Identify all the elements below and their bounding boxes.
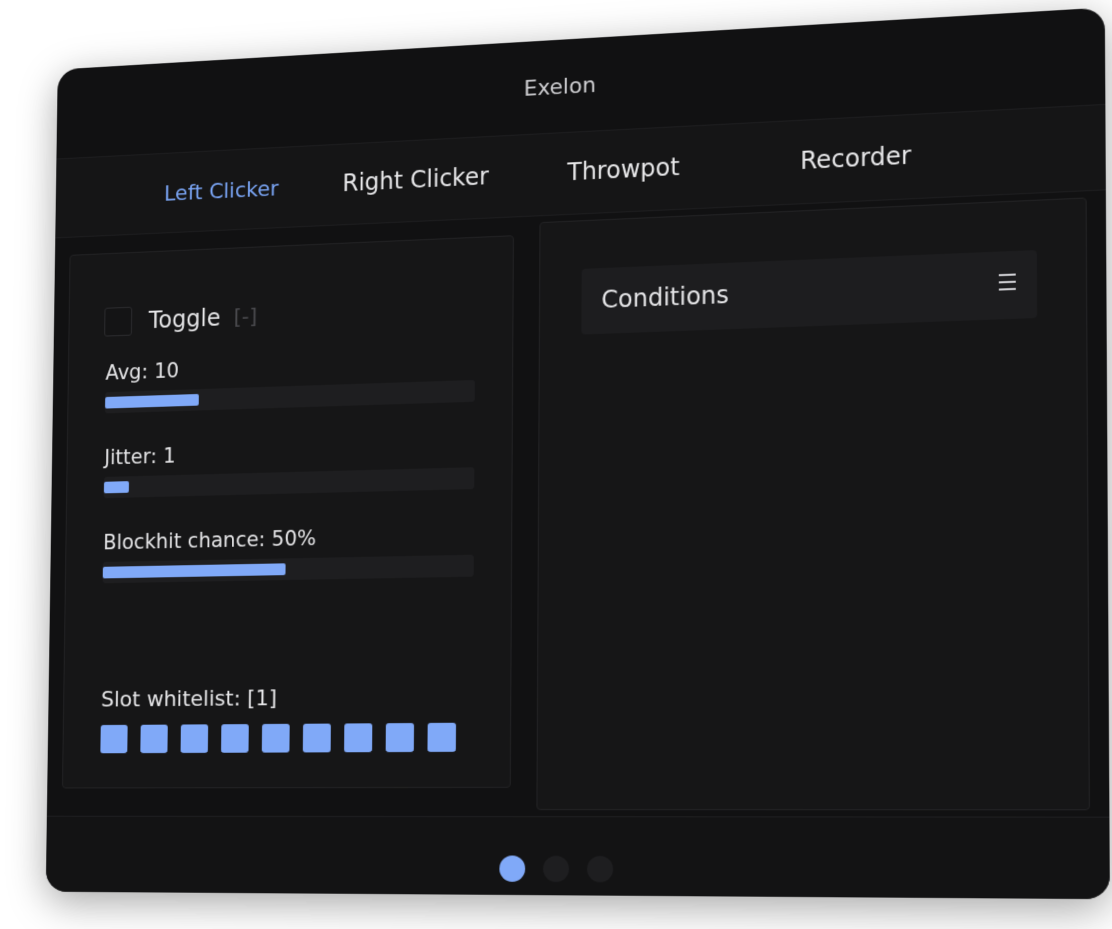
page-dot-3[interactable] <box>586 855 614 883</box>
slot-toggle-8[interactable] <box>385 723 415 753</box>
toggle-label: Toggle <box>148 304 221 334</box>
slot-toggle-7[interactable] <box>344 723 373 753</box>
slot-toggle-3[interactable] <box>180 724 209 753</box>
slot-whitelist <box>100 722 457 754</box>
tab-left-clicker[interactable]: Left Clicker <box>164 177 279 207</box>
blockhit-slider-fill <box>102 563 286 579</box>
page-dot-2[interactable] <box>543 855 570 883</box>
toggle-checkbox[interactable] <box>104 306 133 337</box>
slot-toggle-1[interactable] <box>100 724 128 754</box>
blockhit-slider-block: Blockhit chance: 50% <box>102 523 474 584</box>
avg-slider-label: Avg: 10 <box>105 358 180 385</box>
slot-toggle-9[interactable] <box>427 722 457 752</box>
jitter-slider[interactable] <box>103 467 475 499</box>
avg-slider-fill <box>105 393 200 409</box>
toggle-keybind[interactable]: [-] <box>233 304 257 329</box>
page-indicator <box>46 854 1110 886</box>
toggle-row: Toggle [-] <box>104 302 257 337</box>
footer <box>45 815 1110 900</box>
page-dot-1[interactable] <box>499 855 526 882</box>
tab-throwpot[interactable]: Throwpot <box>567 153 679 186</box>
stage: Exelon Left Clicker Right Clicker Throwp… <box>0 0 1112 929</box>
jitter-slider-label: Jitter: 1 <box>104 444 176 470</box>
right-conditions-panel: Conditions <box>536 197 1090 811</box>
jitter-slider-fill <box>103 481 130 494</box>
slot-toggle-4[interactable] <box>221 724 249 753</box>
slot-toggle-5[interactable] <box>261 723 290 753</box>
blockhit-slider-label: Blockhit chance: 50% <box>103 526 317 555</box>
menu-icon[interactable] <box>998 273 1016 291</box>
left-settings-panel: Toggle [-] Avg: 10 Jitter: 1 Blockhit ch… <box>61 235 514 789</box>
app-window: Exelon Left Clicker Right Clicker Throwp… <box>45 7 1110 900</box>
slot-toggle-2[interactable] <box>140 724 168 754</box>
slot-whitelist-label: Slot whitelist: [1] <box>100 686 277 713</box>
tab-right-clicker[interactable]: Right Clicker <box>342 163 488 198</box>
avg-slider-block: Avg: 10 <box>104 348 475 414</box>
jitter-slider-block: Jitter: 1 <box>103 435 475 499</box>
tab-recorder[interactable]: Recorder <box>800 141 911 175</box>
avg-slider[interactable] <box>104 379 475 414</box>
blockhit-slider[interactable] <box>102 554 474 584</box>
slot-toggle-6[interactable] <box>302 723 331 753</box>
conditions-label: Conditions <box>601 280 729 314</box>
conditions-dropdown[interactable]: Conditions <box>581 250 1038 335</box>
